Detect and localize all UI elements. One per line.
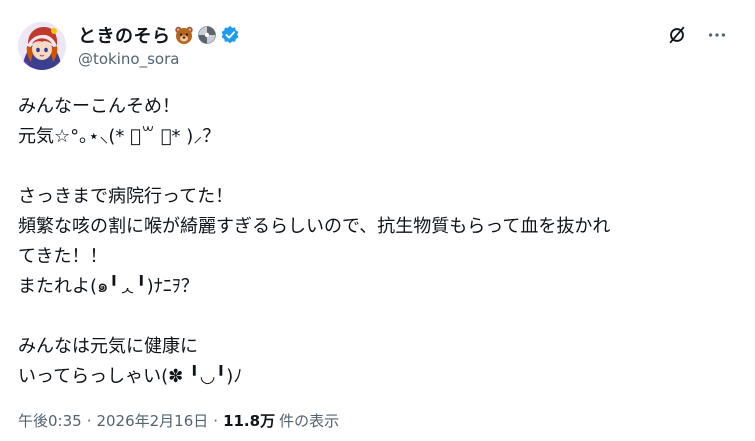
grok-icon[interactable]: [666, 24, 688, 46]
bear-face-icon: [174, 26, 193, 44]
display-name[interactable]: ときのそら: [78, 22, 171, 48]
author-handle[interactable]: @tokino_sora: [78, 50, 240, 68]
author-names: ときのそら @tokino_sora: [78, 22, 240, 68]
tweet-text: みんなーこんそめ！ 元気☆°｡⋆⸜(* ॑꒳ ॑* )⸝？ さっきまで病院行って…: [18, 96, 611, 387]
header-actions: [666, 24, 728, 46]
avatar-image-icon: [18, 22, 66, 70]
meta-separator: ·: [213, 411, 219, 430]
views-count: 11.8万: [223, 412, 276, 430]
tweet-card: ときのそら @tokino_sora みんなーこんそめ！ 元気☆°｡⋆⸜(* ॑…: [0, 0, 755, 441]
verified-badge-icon: [221, 25, 238, 44]
tweet-meta: 午後0:35 · 2026年2月16日 · 11.8万 件の表示: [18, 410, 339, 431]
sphere-badge-icon: [197, 26, 216, 44]
name-row: ときのそら: [78, 22, 240, 48]
more-options-icon[interactable]: [706, 24, 728, 46]
views-label: 件の表示: [279, 412, 340, 430]
meta-separator: ·: [86, 411, 92, 430]
tweet-date[interactable]: 2026年2月16日: [96, 410, 208, 431]
tweet-time[interactable]: 午後0:35: [18, 410, 82, 431]
avatar[interactable]: [18, 22, 66, 70]
tweet-header: ときのそら @tokino_sora: [18, 18, 738, 74]
